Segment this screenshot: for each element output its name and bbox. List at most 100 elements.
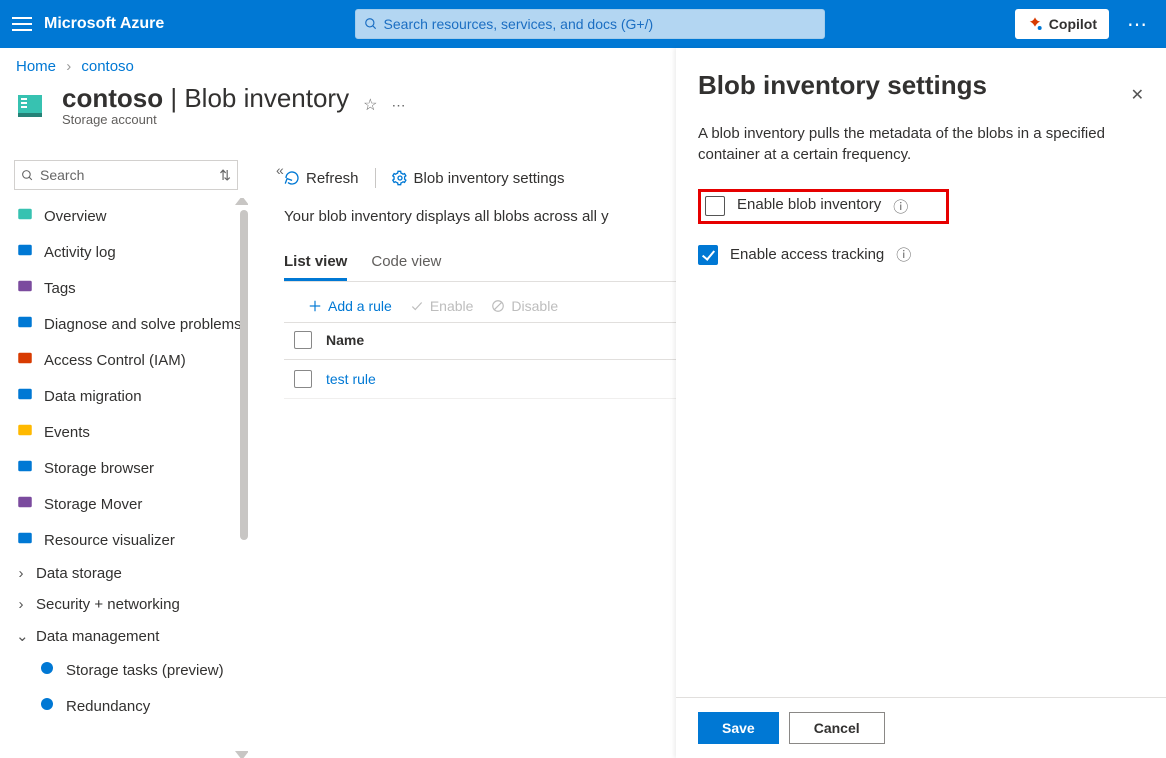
more-menu-icon[interactable]: ⋯	[1121, 12, 1154, 37]
block-icon	[491, 299, 505, 313]
scroll-up-icon[interactable]	[235, 198, 248, 205]
disable-button: Disable	[491, 298, 558, 314]
nav-item-label: Storage Mover	[44, 496, 142, 513]
refresh-button[interactable]: Refresh	[284, 170, 359, 187]
nav-icon	[16, 385, 34, 407]
row-checkbox[interactable]	[294, 370, 312, 388]
nav-search-placeholder: Search	[40, 167, 84, 183]
panel-title: Blob inventory settings	[698, 70, 987, 101]
nav-item[interactable]: Redundancy	[4, 688, 248, 724]
panel-description: A blob inventory pulls the metadata of t…	[698, 123, 1144, 165]
enable-tracking-checkbox[interactable]	[698, 245, 718, 265]
nav-item-label: Diagnose and solve problems	[44, 316, 242, 333]
scroll-down-icon[interactable]	[235, 751, 248, 758]
nav-icon	[16, 457, 34, 479]
settings-button[interactable]: Blob inventory settings	[392, 170, 565, 187]
scrollbar-thumb[interactable]	[240, 210, 248, 540]
nav-item-label: Events	[44, 424, 90, 441]
azure-top-bar: Microsoft Azure Search resources, servic…	[0, 0, 1166, 48]
nav-item-label: Data management	[36, 628, 159, 645]
gear-icon	[392, 170, 408, 186]
breadcrumb-home[interactable]: Home	[16, 58, 56, 75]
enable-button: Enable	[410, 298, 474, 314]
nav-item[interactable]: Events	[4, 414, 248, 450]
global-search-input[interactable]: Search resources, services, and docs (G+…	[355, 9, 825, 39]
save-button[interactable]: Save	[698, 712, 779, 744]
nav-item-label: Resource visualizer	[44, 532, 175, 549]
nav-item[interactable]: ⌄ Data management	[4, 620, 248, 652]
rule-link[interactable]: test rule	[326, 371, 376, 387]
plus-icon	[308, 299, 322, 313]
nav-item[interactable]: Storage browser	[4, 450, 248, 486]
highlighted-option: Enable blob inventory ⓘ	[698, 189, 949, 224]
chevron-down-icon: ⌄	[16, 627, 26, 645]
nav-item[interactable]: Storage Mover	[4, 486, 248, 522]
nav-icon	[16, 277, 34, 299]
nav-item-label: Storage tasks (preview)	[66, 662, 224, 679]
add-rule-button[interactable]: Add a rule	[308, 298, 392, 314]
tab-code-view[interactable]: Code view	[371, 245, 441, 281]
nav-item-label: Access Control (IAM)	[44, 352, 186, 369]
nav-item[interactable]: Activity log	[4, 234, 248, 270]
page-subtitle: Storage account	[62, 112, 349, 127]
nav-item[interactable]: Storage tasks (preview)	[4, 652, 248, 688]
brand-label: Microsoft Azure	[44, 15, 164, 33]
enable-tracking-label: Enable access tracking	[730, 246, 884, 263]
panel-footer: Save Cancel	[676, 697, 1166, 758]
nav-icon	[16, 241, 34, 263]
nav-icon	[16, 421, 34, 443]
nav-item[interactable]: Overview	[4, 198, 248, 234]
nav-item[interactable]: Data migration	[4, 378, 248, 414]
nav-item[interactable]: Access Control (IAM)	[4, 342, 248, 378]
nav-item-label: Security + networking	[36, 596, 180, 613]
nav-item-label: Redundancy	[66, 698, 150, 715]
breadcrumb-current[interactable]: contoso	[81, 58, 134, 75]
storage-account-icon	[16, 89, 48, 121]
nav-icon	[16, 529, 34, 551]
nav-icon	[38, 695, 56, 717]
tab-list-view[interactable]: List view	[284, 245, 347, 281]
page-more-icon[interactable]: ⋯	[391, 97, 406, 114]
copilot-button[interactable]: Copilot	[1015, 9, 1109, 39]
toolbar-divider	[375, 168, 376, 188]
nav-item-label: Tags	[44, 280, 76, 297]
nav-item-label: Activity log	[44, 244, 116, 261]
nav-item-label: Data migration	[44, 388, 142, 405]
nav-item-label: Overview	[44, 208, 107, 225]
nav-item-label: Storage browser	[44, 460, 154, 477]
enable-inventory-label: Enable blob inventory	[737, 196, 881, 217]
global-search-placeholder: Search resources, services, and docs (G+…	[384, 16, 654, 32]
refresh-icon	[284, 170, 300, 186]
close-icon[interactable]: ✕	[1131, 85, 1144, 105]
chevron-right-icon: ›	[16, 565, 26, 582]
nav-icon	[38, 659, 56, 681]
resource-nav: Search ⇅ Overview Activity log Tags Diagnos…	[0, 156, 254, 758]
favorite-star-icon[interactable]: ☆	[363, 95, 377, 115]
nav-icon	[16, 349, 34, 371]
breadcrumb-sep: ›	[66, 58, 71, 75]
nav-search-input[interactable]: Search ⇅	[14, 160, 238, 190]
nav-icon	[16, 493, 34, 515]
nav-item[interactable]: Diagnose and solve problems	[4, 306, 248, 342]
select-all-checkbox[interactable]	[294, 331, 312, 349]
settings-panel: Blob inventory settings ✕ A blob invento…	[676, 48, 1166, 758]
updown-icon[interactable]: ⇅	[219, 167, 231, 184]
cancel-button[interactable]: Cancel	[789, 712, 885, 744]
nav-item[interactable]: › Data storage	[4, 558, 248, 589]
nav-item[interactable]: Resource visualizer	[4, 522, 248, 558]
info-icon[interactable]: ⓘ	[893, 196, 908, 217]
nav-icon	[16, 313, 34, 335]
copilot-label: Copilot	[1049, 16, 1097, 32]
nav-item-label: Data storage	[36, 565, 122, 582]
page-title: contoso | Blob inventory	[62, 83, 349, 114]
nav-item[interactable]: ›Security + networking	[4, 589, 248, 620]
hamburger-menu-icon[interactable]	[12, 17, 32, 31]
check-icon	[410, 299, 424, 313]
nav-item[interactable]: Tags	[4, 270, 248, 306]
info-icon[interactable]: ⓘ	[896, 244, 911, 265]
enable-inventory-checkbox[interactable]	[705, 196, 725, 216]
search-icon	[21, 169, 34, 182]
nav-icon	[16, 205, 34, 227]
column-name-header: Name	[326, 332, 364, 348]
search-icon	[364, 17, 378, 31]
